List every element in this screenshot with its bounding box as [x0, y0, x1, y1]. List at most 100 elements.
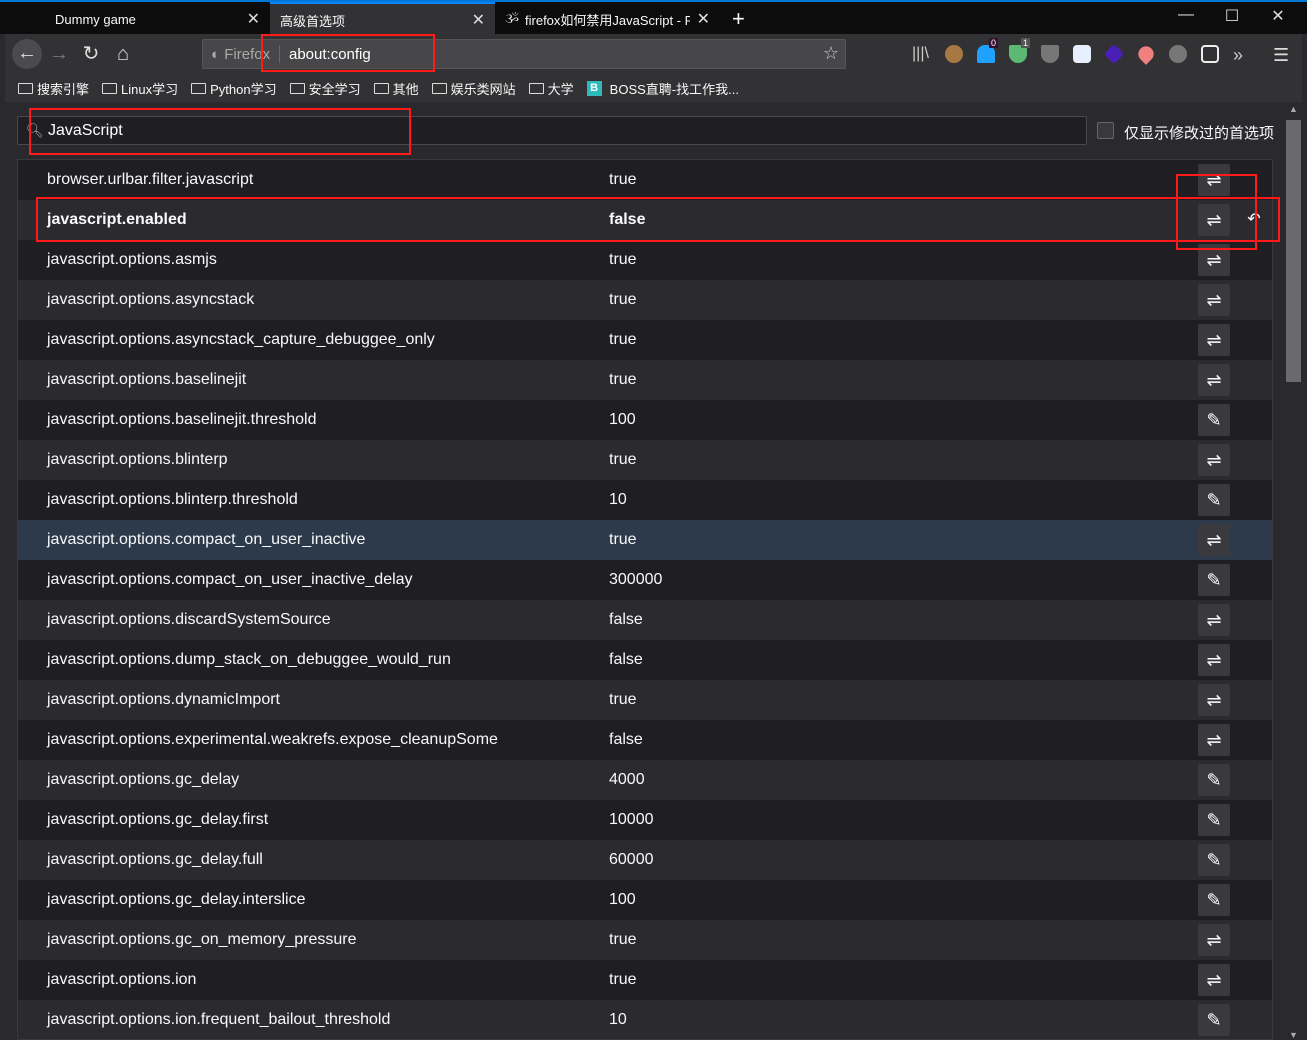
scroll-down-icon[interactable]: ▼	[1285, 1030, 1302, 1040]
toggle-button[interactable]: ⇌	[1198, 684, 1230, 716]
pref-name: javascript.enabled	[47, 211, 187, 228]
home-button[interactable]: ⌂	[109, 40, 137, 68]
toggle-button[interactable]: ⇌	[1198, 524, 1230, 556]
edit-button[interactable]: ✎	[1198, 564, 1230, 596]
bird-extension-icon[interactable]	[1073, 45, 1091, 63]
bookmark-folder[interactable]: 搜索引擎	[18, 79, 89, 98]
tampermonkey-icon[interactable]	[1201, 45, 1219, 63]
toggle-button[interactable]: ⇌	[1198, 924, 1230, 956]
ghostery-icon[interactable]: 0	[977, 38, 999, 63]
toggle-button[interactable]: ⇌	[1198, 164, 1230, 196]
pref-row[interactable]: javascript.options.ion.frequent_bailout_…	[18, 1000, 1272, 1039]
close-window-button[interactable]: ✕	[1263, 6, 1293, 26]
bookmark-folder[interactable]: 大学	[528, 79, 574, 98]
bookmark-folder[interactable]: 娱乐类网站	[431, 79, 516, 98]
url-text[interactable]: about:config	[289, 46, 371, 63]
pref-row[interactable]: javascript.options.compact_on_user_inact…	[18, 520, 1272, 560]
scrollbar[interactable]: ▲ ▼	[1285, 104, 1302, 1040]
pref-row[interactable]: javascript.options.blinterp.threshold 10…	[18, 480, 1272, 520]
back-button[interactable]: ←	[12, 39, 42, 69]
folder-icon	[431, 82, 447, 94]
edit-button[interactable]: ✎	[1198, 884, 1230, 916]
bookmark-folder[interactable]: Python学习	[191, 79, 277, 98]
pref-row[interactable]: javascript.options.gc_delay 4000 ✎	[18, 760, 1272, 800]
tab-firefox-article[interactable]: ૐ firefox如何禁用JavaScript - PH ✕	[495, 2, 720, 36]
close-tab-icon[interactable]: ✕	[247, 9, 260, 29]
layers-icon[interactable]	[1103, 43, 1125, 65]
overflow-chevron-icon[interactable]: »	[1233, 45, 1251, 65]
reload-button[interactable]: ↻	[77, 40, 105, 68]
ip-location-icon[interactable]	[1135, 43, 1157, 65]
toggle-button[interactable]: ⇌	[1198, 284, 1230, 316]
close-tab-icon[interactable]: ✕	[697, 9, 710, 29]
edit-button[interactable]: ✎	[1198, 404, 1230, 436]
pref-row[interactable]: javascript.options.discardSystemSource f…	[18, 600, 1272, 640]
privacy-shield-icon[interactable]	[1041, 45, 1059, 63]
toggle-button[interactable]: ⇌	[1198, 644, 1230, 676]
bookmark-star-icon[interactable]: ☆	[823, 43, 839, 64]
pref-row[interactable]: javascript.options.baselinejit.threshold…	[18, 400, 1272, 440]
folder-icon	[373, 82, 389, 94]
pref-row[interactable]: javascript.options.dynamicImport true ⇌	[18, 680, 1272, 720]
pref-row[interactable]: javascript.options.asmjs true ⇌	[18, 240, 1272, 280]
pref-row[interactable]: javascript.options.compact_on_user_inact…	[18, 560, 1272, 600]
bookmark-folder[interactable]: 其他	[373, 79, 419, 98]
new-tab-button[interactable]: +	[722, 2, 755, 36]
scroll-up-icon[interactable]: ▲	[1285, 104, 1302, 114]
toggle-button[interactable]: ⇌	[1198, 204, 1230, 236]
bookmark-boss[interactable]: B BOSS直聘-找工作我...	[586, 79, 739, 98]
pref-row[interactable]: javascript.options.asyncstack true ⇌	[18, 280, 1272, 320]
library-icon[interactable]: |||\	[912, 45, 930, 63]
pref-row[interactable]: javascript.options.experimental.weakrefs…	[18, 720, 1272, 760]
scrollbar-thumb[interactable]	[1286, 120, 1301, 382]
toggle-button[interactable]: ⇌	[1198, 244, 1230, 276]
pref-row[interactable]: javascript.options.ion true ⇌	[18, 960, 1272, 1000]
toggle-arrows-icon: ⇌	[1206, 530, 1222, 550]
pref-row[interactable]: javascript.options.gc_delay.interslice 1…	[18, 880, 1272, 920]
pref-row[interactable]: javascript.options.asyncstack_capture_de…	[18, 320, 1272, 360]
toggle-button[interactable]: ⇌	[1198, 444, 1230, 476]
bookmark-folder[interactable]: 安全学习	[289, 79, 361, 98]
pencil-icon: ✎	[1206, 410, 1222, 430]
pref-row[interactable]: javascript.options.dump_stack_on_debugge…	[18, 640, 1272, 680]
pref-row[interactable]: browser.urlbar.filter.javascript true ⇌	[18, 160, 1272, 200]
toggle-arrows-icon: ⇌	[1206, 650, 1222, 670]
bookmark-folder[interactable]: Linux学习	[102, 79, 178, 98]
toggle-button[interactable]: ⇌	[1198, 604, 1230, 636]
pref-row[interactable]: javascript.enabled false ⇌ ↶	[18, 200, 1272, 240]
pref-name: javascript.options.asyncstack_capture_de…	[47, 331, 435, 348]
pref-row[interactable]: javascript.options.gc_delay.full 60000 ✎	[18, 840, 1272, 880]
extension-avatar-icon[interactable]	[945, 45, 963, 63]
identity-label: Firefox	[224, 46, 271, 63]
pref-row[interactable]: javascript.options.gc_delay.first 10000 …	[18, 800, 1272, 840]
tab-advanced-preferences[interactable]: 高级首选项 ✕	[270, 2, 495, 36]
pref-row[interactable]: javascript.options.blinterp true ⇌	[18, 440, 1272, 480]
pref-row[interactable]: javascript.options.gc_on_memory_pressure…	[18, 920, 1272, 960]
maximize-button[interactable]: ☐	[1217, 6, 1247, 26]
site-icon: ૐ	[505, 11, 520, 26]
nav-toolbar: ← → ↻ ⌂ ◐ Firefox about:config ☆ |||\ 0 …	[5, 34, 1302, 74]
hamburger-menu-icon[interactable]: ☰	[1273, 45, 1291, 65]
minimize-button[interactable]: —	[1171, 6, 1201, 24]
edit-button[interactable]: ✎	[1198, 764, 1230, 796]
search-input[interactable]	[48, 121, 948, 141]
adguard-icon[interactable]: 1	[1009, 38, 1031, 63]
toggle-button[interactable]: ⇌	[1198, 324, 1230, 356]
pref-value: true	[609, 531, 637, 548]
toggle-button[interactable]: ⇌	[1198, 364, 1230, 396]
edit-button[interactable]: ✎	[1198, 1004, 1230, 1036]
spy-icon[interactable]	[1169, 45, 1187, 63]
forward-button[interactable]: →	[45, 40, 73, 68]
tab-dummy-game[interactable]: Dummy game ✕	[45, 2, 270, 36]
edit-button[interactable]: ✎	[1198, 804, 1230, 836]
url-bar[interactable]: ◐ Firefox about:config ☆	[202, 39, 846, 69]
close-tab-icon[interactable]: ✕	[472, 10, 485, 30]
toggle-button[interactable]: ⇌	[1198, 724, 1230, 756]
modified-only-checkbox[interactable]	[1097, 122, 1114, 139]
reset-button[interactable]: ↶	[1244, 204, 1264, 236]
pref-name: browser.urlbar.filter.javascript	[47, 171, 254, 188]
toggle-button[interactable]: ⇌	[1198, 964, 1230, 996]
pref-row[interactable]: javascript.options.baselinejit true ⇌	[18, 360, 1272, 400]
edit-button[interactable]: ✎	[1198, 844, 1230, 876]
edit-button[interactable]: ✎	[1198, 484, 1230, 516]
